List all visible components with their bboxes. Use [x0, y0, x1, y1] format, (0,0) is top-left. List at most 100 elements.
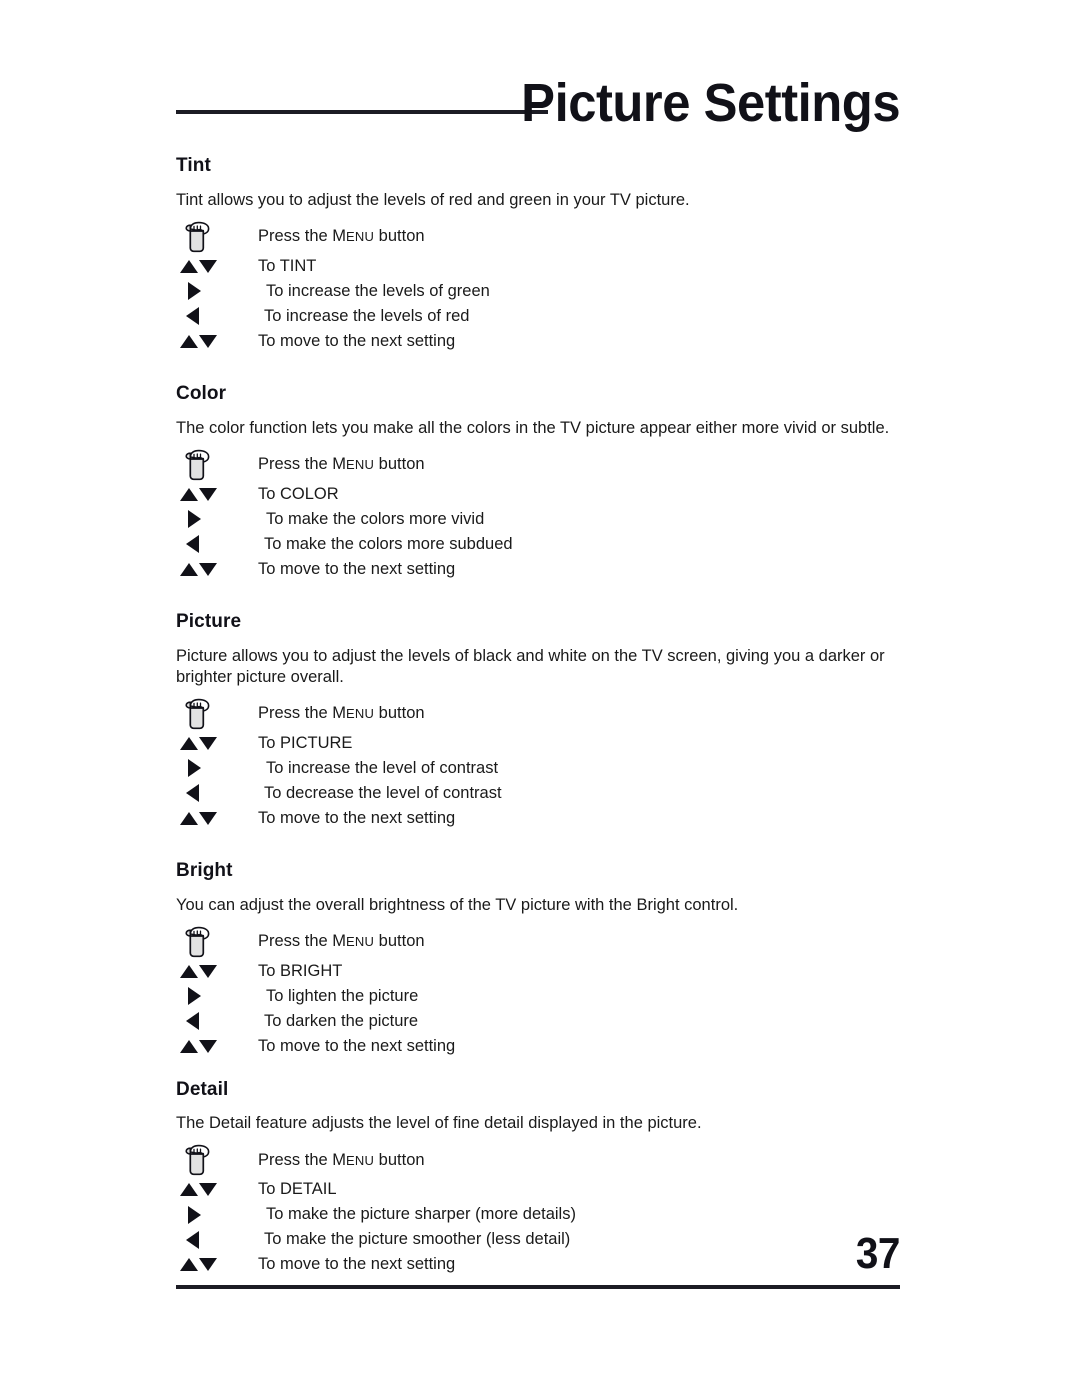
- header-rule: [176, 110, 548, 114]
- section-heading: Tint: [176, 155, 211, 176]
- step-row: To make the colors more vivid: [176, 507, 936, 532]
- step-text: To move to the next setting: [258, 559, 456, 578]
- step-row: To move to the next setting: [176, 329, 936, 354]
- page-title: Picture Settings: [521, 73, 900, 133]
- right-arrow-icon: [176, 510, 266, 529]
- step-text-prefix: Press the M: [258, 704, 347, 723]
- footer-rule: [176, 1285, 900, 1289]
- pointing-hand-icon: [176, 449, 258, 481]
- section-description: The Detail feature adjusts the level of …: [176, 1114, 702, 1133]
- step-text-suffix: button: [374, 227, 425, 246]
- up-down-arrows-icon: [176, 736, 258, 750]
- step-text-prefix: Press the M: [258, 932, 347, 951]
- left-arrow-icon: [176, 1012, 264, 1031]
- step-row: To DETAIL: [176, 1177, 936, 1202]
- step-text: Press the MENU button: [258, 931, 425, 952]
- settings-section: Color The color function lets you make al…: [176, 383, 936, 582]
- step-text: To increase the levels of green: [266, 281, 490, 300]
- step-row: Press the MENU button: [176, 448, 936, 482]
- page-footer: 37: [176, 1232, 900, 1289]
- left-arrow-icon: [176, 535, 264, 554]
- step-list: Press the MENU button To PICTURE To increa…: [176, 697, 936, 831]
- step-row: Press the MENU button: [176, 1143, 936, 1177]
- step-text: To BRIGHT: [258, 961, 343, 980]
- step-text-prefix: Press the M: [258, 227, 347, 246]
- step-text: To move to the next setting: [258, 1036, 456, 1055]
- right-arrow-icon: [176, 282, 266, 301]
- step-text: To make the colors more vivid: [266, 509, 485, 528]
- section-description: Picture allows you to adjust the levels …: [176, 646, 885, 686]
- step-text-suffix: button: [374, 1150, 425, 1169]
- step-row: To move to the next setting: [176, 557, 936, 582]
- up-down-arrows-icon: [176, 1183, 258, 1197]
- pointing-hand-icon: [176, 926, 258, 958]
- step-text: To make the picture sharper (more detail…: [266, 1205, 576, 1224]
- step-text-smallcaps: ENU: [346, 706, 375, 722]
- step-text: To increase the level of contrast: [266, 758, 499, 777]
- up-down-arrows-icon: [176, 259, 258, 273]
- step-text: Press the MENU button: [258, 226, 425, 247]
- step-text-smallcaps: ENU: [346, 1152, 375, 1168]
- pointing-hand-icon: [176, 698, 258, 730]
- left-arrow-icon: [176, 784, 264, 803]
- up-down-arrows-icon: [176, 562, 258, 576]
- step-text-smallcaps: ENU: [346, 229, 375, 245]
- step-row: To BRIGHT: [176, 959, 936, 984]
- step-row: To increase the levels of green: [176, 279, 936, 304]
- step-row: To make the picture sharper (more detail…: [176, 1202, 936, 1227]
- settings-section: Bright You can adjust the overall brightn…: [176, 860, 936, 1059]
- step-row: To move to the next setting: [176, 806, 936, 831]
- step-row: To darken the picture: [176, 1009, 936, 1034]
- section-description: Tint allows you to adjust the levels of …: [176, 190, 690, 209]
- step-row: Press the MENU button: [176, 925, 936, 959]
- step-text-suffix: button: [374, 932, 425, 951]
- step-row: To TINT: [176, 254, 936, 279]
- right-arrow-icon: [176, 759, 266, 778]
- section-description: The color function lets you make all the…: [176, 418, 890, 437]
- page-content: Tint Tint allows you to adjust the levels…: [176, 155, 936, 1277]
- right-arrow-icon: [176, 987, 266, 1006]
- step-text-suffix: button: [374, 455, 425, 474]
- step-text: Press the MENU button: [258, 1150, 425, 1171]
- section-description: You can adjust the overall brightness of…: [176, 895, 739, 914]
- step-text: To decrease the level of contrast: [264, 783, 502, 802]
- step-text-prefix: Press the M: [258, 1150, 347, 1169]
- step-text: To move to the next setting: [258, 808, 456, 827]
- left-arrow-icon: [176, 307, 264, 326]
- settings-section: Picture Picture allows you to adjust the …: [176, 610, 936, 831]
- step-text: To increase the levels of red: [264, 306, 470, 325]
- up-down-arrows-icon: [176, 334, 258, 348]
- step-text-smallcaps: ENU: [346, 457, 375, 473]
- step-text: Press the MENU button: [258, 703, 425, 724]
- step-text-prefix: Press the M: [258, 455, 347, 474]
- step-text-smallcaps: ENU: [346, 934, 375, 950]
- step-text: To lighten the picture: [266, 986, 419, 1005]
- step-row: To increase the levels of red: [176, 304, 936, 329]
- up-down-arrows-icon: [176, 964, 258, 978]
- section-heading: Picture: [176, 610, 242, 632]
- step-text: To PICTURE: [258, 733, 353, 752]
- step-text-suffix: button: [374, 704, 425, 723]
- pointing-hand-icon: [176, 221, 258, 253]
- up-down-arrows-icon: [176, 811, 258, 825]
- step-row: To decrease the level of contrast: [176, 781, 936, 806]
- step-list: Press the MENU button To BRIGHT To lighten…: [176, 925, 936, 1059]
- step-row: To COLOR: [176, 482, 936, 507]
- step-text: To move to the next setting: [258, 331, 456, 350]
- step-text: To COLOR: [258, 484, 339, 503]
- manual-page: Picture Settings Tint Tint allows you to …: [0, 0, 1080, 1397]
- section-heading: Detail: [176, 1078, 229, 1100]
- step-list: Press the MENU button To TINT To increase …: [176, 220, 936, 354]
- right-arrow-icon: [176, 1205, 266, 1224]
- settings-section: Tint Tint allows you to adjust the levels…: [176, 155, 936, 354]
- step-row: Press the MENU button: [176, 697, 936, 731]
- step-row: To increase the level of contrast: [176, 756, 936, 781]
- page-number: 37: [855, 1229, 901, 1278]
- step-text: To darken the picture: [264, 1011, 419, 1030]
- step-text: To TINT: [258, 256, 317, 275]
- up-down-arrows-icon: [176, 487, 258, 501]
- page-header: Picture Settings: [176, 73, 900, 140]
- up-down-arrows-icon: [176, 1039, 258, 1053]
- step-row: To move to the next setting: [176, 1034, 936, 1059]
- step-row: To PICTURE: [176, 731, 936, 756]
